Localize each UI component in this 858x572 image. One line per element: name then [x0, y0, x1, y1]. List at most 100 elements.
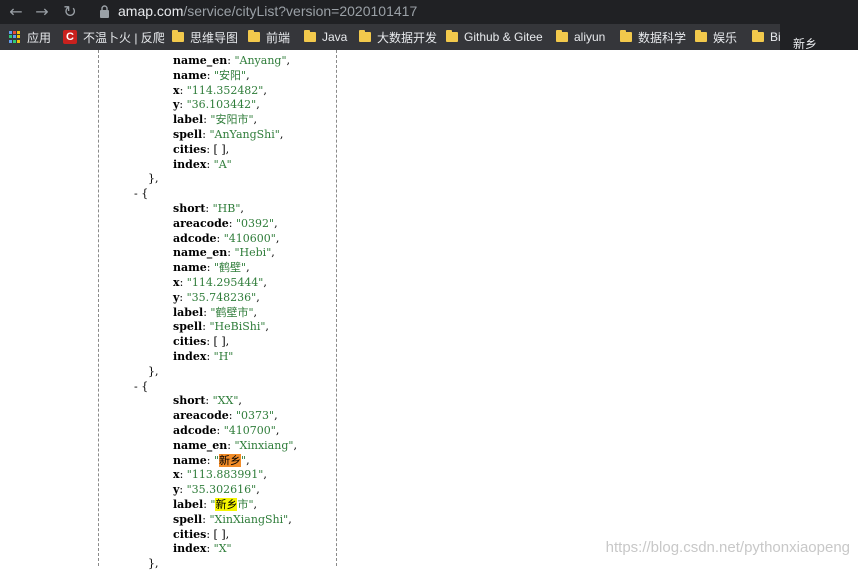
json-value: "XinXiangShi"	[209, 512, 289, 526]
json-value: "0373"	[235, 409, 275, 423]
bookmark-label: aliyun	[574, 30, 606, 44]
json-key: x	[173, 83, 180, 97]
json-value: "鹤壁"	[213, 261, 247, 275]
json-punct: },	[148, 172, 159, 186]
json-key-line: index: "X"	[173, 542, 232, 556]
lock-icon	[100, 5, 109, 18]
bookmark-github-gitee[interactable]: Github & Gitee	[446, 28, 543, 46]
json-key: y	[173, 98, 180, 112]
json-value: [ ],	[213, 335, 230, 349]
folder-icon	[695, 30, 707, 42]
indent-guide	[336, 50, 337, 566]
json-value: "AnYangShi"	[209, 128, 280, 141]
json-key: name	[173, 453, 207, 467]
json-key-line: name_en: "Hebi",	[173, 246, 275, 260]
bookmark-apps[interactable]: 应用	[9, 28, 51, 46]
json-key: name_en	[173, 54, 228, 67]
browser-toolbar: ← → ↻ amap.com/service/cityList?version=…	[0, 0, 858, 24]
json-punctuation-line[interactable]: - {	[134, 380, 148, 395]
json-key-line: short: "XX",	[173, 394, 242, 408]
bookmark-label: 应用	[27, 30, 52, 45]
bookmark-label: 娱乐	[713, 30, 738, 45]
json-key: areacode	[173, 216, 229, 230]
json-key-line: areacode: "0392",	[173, 216, 278, 230]
apps-grid-icon	[9, 31, 21, 43]
json-punctuation-line: },	[148, 172, 159, 187]
json-key: y	[173, 483, 180, 497]
json-key-line: name_en: "Anyang",	[173, 54, 291, 67]
json-key: cities	[173, 142, 207, 156]
bookmark-label: 大数据开发	[377, 30, 438, 45]
json-value: "安阳"	[213, 68, 247, 82]
json-value: "XX"	[212, 394, 239, 408]
bookmark-java[interactable]: Java	[304, 28, 347, 46]
json-key-line: cities: [ ],	[173, 335, 230, 349]
bookmark-bigdata[interactable]: 大数据开发	[359, 28, 437, 46]
json-value: "410600"	[223, 231, 276, 245]
bookmark-datascience[interactable]: 数据科学	[620, 28, 686, 46]
bookmark-label: Java	[322, 30, 348, 44]
folder-icon	[304, 30, 316, 42]
reload-icon[interactable]: ↻	[60, 2, 80, 22]
json-key-line: x: "113.883991",	[173, 468, 267, 482]
folder-icon	[556, 30, 568, 42]
bookmark-mindmap[interactable]: 思维导图	[172, 28, 238, 46]
json-value: "113.883991"	[186, 468, 264, 482]
json-punct: },	[148, 557, 159, 571]
json-key: x	[173, 468, 180, 482]
json-key: index	[173, 157, 207, 171]
url-host: amap.com	[118, 3, 184, 19]
json-value: 市"	[237, 498, 254, 511]
json-value: [ ],	[213, 527, 230, 541]
json-key: label	[173, 113, 204, 127]
json-key: label	[173, 305, 204, 319]
folder-icon	[620, 30, 632, 42]
folder-icon	[248, 30, 260, 42]
json-key-line: name_en: "Xinxiang",	[173, 438, 297, 452]
json-key-line: x: "114.295444",	[173, 276, 267, 289]
bookmark-label: 前端	[266, 30, 291, 45]
bookmark-bi[interactable]: Bi	[752, 28, 781, 46]
bookmark-frontend[interactable]: 前端	[248, 28, 290, 46]
json-key: name_en	[173, 246, 228, 260]
json-key: cities	[173, 335, 207, 349]
json-value: "HeBiShi"	[209, 320, 266, 334]
search-highlight: 新乡	[219, 453, 242, 467]
json-key-line: adcode: "410600",	[173, 231, 280, 245]
json-key-line: adcode: "410700",	[173, 424, 280, 437]
folder-icon	[359, 30, 371, 42]
json-key-line: label: "安阳市",	[173, 113, 258, 127]
json-value: "鹤壁市"	[210, 305, 254, 319]
json-key: label	[173, 498, 204, 511]
json-key: short	[173, 202, 206, 215]
json-key-line: index: "H"	[173, 350, 234, 363]
json-value: "H"	[213, 350, 234, 363]
json-value: "Hebi"	[234, 246, 272, 260]
json-punct: },	[148, 364, 159, 378]
json-key: areacode	[173, 409, 229, 423]
bookmark-aliyun[interactable]: aliyun	[556, 28, 605, 46]
json-punctuation-line: },	[148, 365, 159, 380]
bookmarks-bar: 应用 C 不温卜火 | 反爬 思维导图 前端 Java 大数据开发 Github…	[0, 24, 858, 50]
json-key: x	[173, 276, 180, 289]
bookmark-csdn[interactable]: C 不温卜火 | 反爬	[63, 28, 165, 46]
json-key: adcode	[173, 424, 217, 437]
forward-arrow-icon[interactable]: →	[32, 2, 52, 22]
json-key: name	[173, 68, 207, 82]
json-punctuation-line[interactable]: - {	[134, 187, 148, 202]
csdn-icon: C	[63, 30, 77, 44]
json-value: "410700"	[223, 424, 276, 437]
json-key: cities	[173, 527, 207, 541]
address-bar[interactable]: amap.com/service/cityList?version=202010…	[118, 2, 417, 20]
url-path: /service/cityList?version=2020101417	[183, 3, 418, 19]
folder-icon	[752, 30, 764, 42]
json-key-line: short: "HB",	[173, 202, 244, 215]
json-key: spell	[173, 320, 203, 334]
json-value: "Anyang"	[234, 54, 287, 67]
json-viewer: name_en: "Anyang", name: "安阳", x: "114.352…	[0, 50, 858, 570]
json-key: y	[173, 290, 180, 304]
json-value: "35.302616"	[186, 483, 257, 497]
json-key: name	[173, 261, 207, 275]
back-arrow-icon[interactable]: ←	[6, 2, 26, 22]
bookmark-entertainment[interactable]: 娱乐	[695, 28, 737, 46]
